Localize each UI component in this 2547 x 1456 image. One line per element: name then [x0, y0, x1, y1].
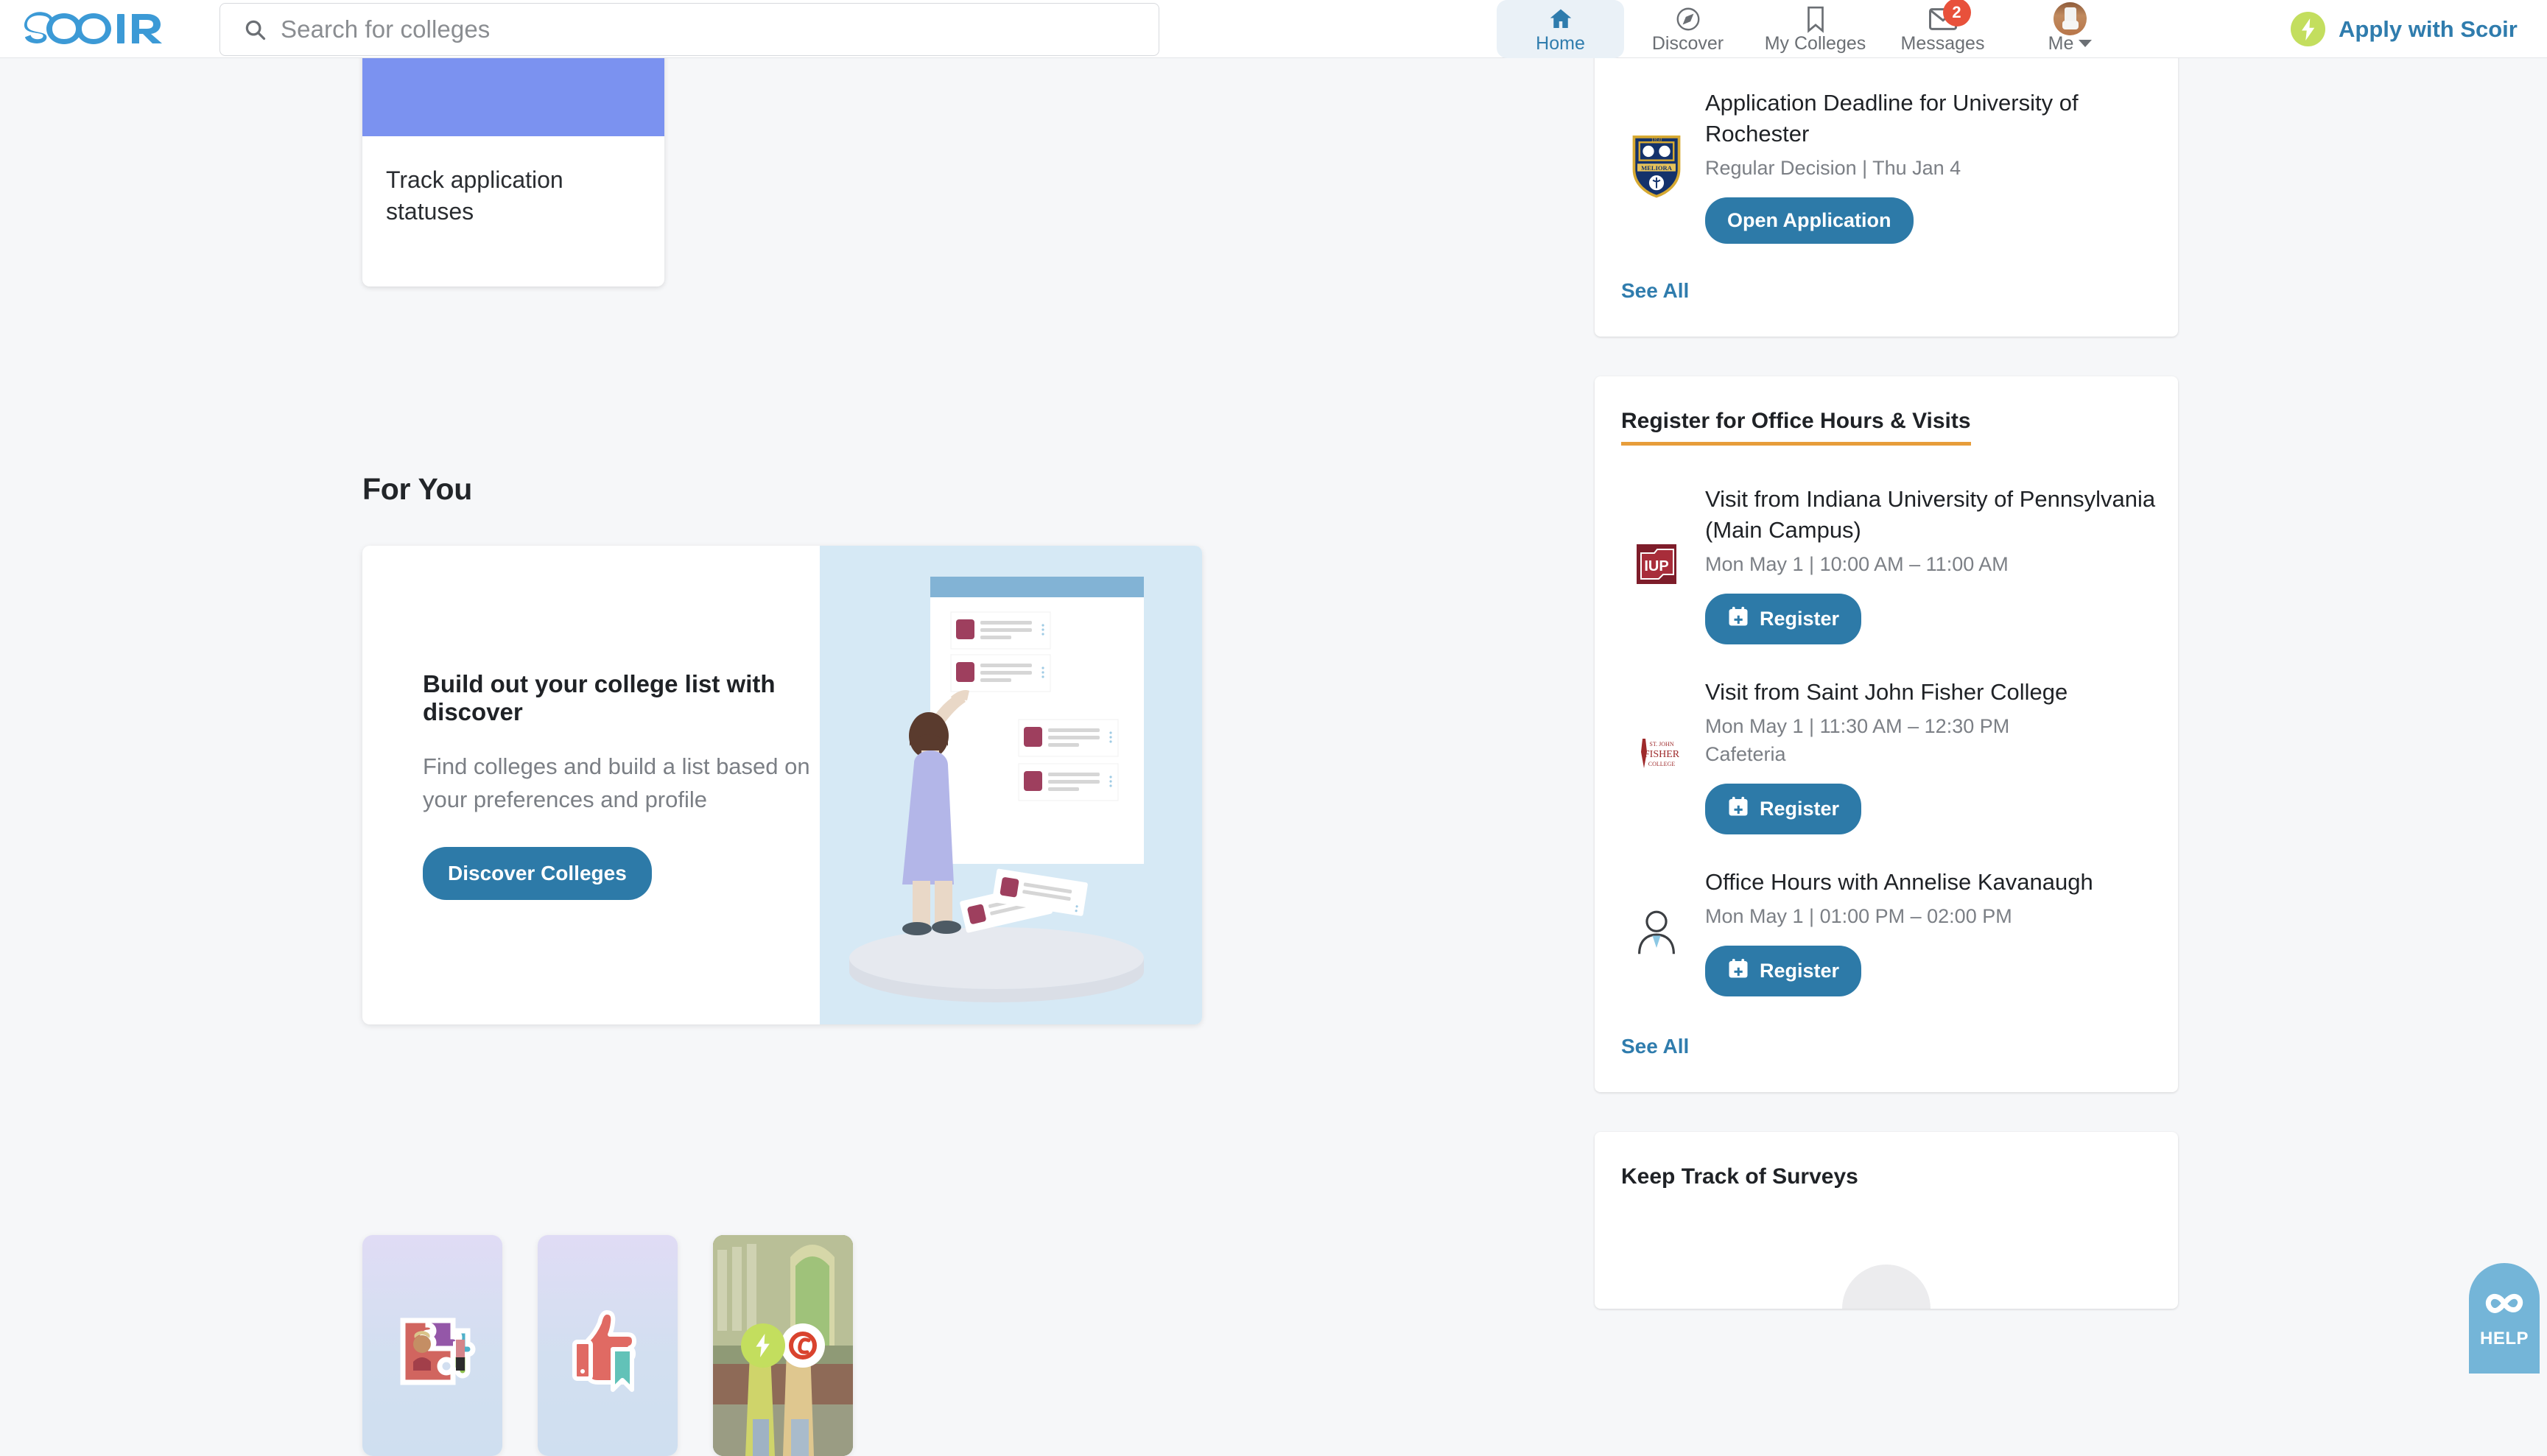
event-meta: Mon May 1 | 11:30 AM – 12:30 PM: [1705, 715, 2010, 738]
tile-thumbs-up[interactable]: [538, 1235, 678, 1456]
scoir-logo[interactable]: [24, 7, 163, 51]
common-app-icon: [781, 1323, 825, 1368]
calendar-plus-icon: [1727, 957, 1749, 985]
nav-item-messages[interactable]: 2 Messages: [1879, 0, 2006, 58]
office-hours-card: Register for Office Hours & Visits IUP V…: [1595, 376, 2178, 1092]
event-meta: Mon May 1 | 01:00 PM – 02:00 PM: [1705, 905, 2012, 928]
register-label: Register: [1760, 608, 1840, 630]
nav-item-me[interactable]: Me: [2006, 0, 2134, 58]
event-title: Office Hours with Annelise Kavanaugh: [1705, 868, 2093, 895]
search-input[interactable]: Search for colleges: [219, 3, 1159, 56]
iup-logo-icon: IUP: [1621, 484, 1692, 644]
office-hours-list-item[interactable]: Office Hours with Annelise Kavanaugh Mon…: [1595, 867, 2178, 996]
open-application-button[interactable]: Open Application: [1705, 197, 1914, 245]
register-button[interactable]: Register: [1705, 594, 1862, 645]
nav-label-my-colleges: My Colleges: [1764, 32, 1866, 54]
discover-colleges-button[interactable]: Discover Colleges: [423, 846, 652, 900]
nav-item-my-colleges[interactable]: My Colleges: [1752, 0, 1879, 58]
register-button[interactable]: Register: [1705, 945, 1862, 996]
saint-john-fisher-logo-icon: ST. JOHN FISHER COLLEGE: [1621, 677, 1692, 834]
surveys-placeholder-graphic: [1842, 1264, 1931, 1309]
chevron-down-icon: [2079, 40, 2093, 47]
nav-item-discover[interactable]: Discover: [1624, 0, 1752, 58]
deadlines-see-all-link[interactable]: See All: [1595, 279, 2178, 303]
register-label: Register: [1760, 959, 1840, 982]
deadline-meta: Regular Decision | Thu Jan 4: [1705, 157, 1961, 180]
event-meta: Mon May 1 | 10:00 AM – 11:00 AM: [1705, 553, 2009, 576]
calendar-plus-icon: [1727, 605, 1749, 633]
event-title: Visit from Indiana University of Pennsyl…: [1705, 486, 2156, 544]
quick-card-title: Track application statuses: [386, 166, 563, 225]
apply-with-scoir-button[interactable]: Apply with Scoir: [2291, 0, 2518, 58]
deadline-list-item[interactable]: 1850 MELIORA Application Deadline for Un…: [1595, 88, 2178, 245]
office-hours-see-all-link[interactable]: See All: [1595, 1035, 2178, 1058]
quick-card-track-applications[interactable]: Track application statuses: [362, 43, 664, 286]
nav-label-home: Home: [1536, 32, 1585, 54]
office-hours-list-item[interactable]: ST. JOHN FISHER COLLEGE Visit from Saint…: [1595, 677, 2178, 834]
event-title: Visit from Saint John Fisher College: [1705, 679, 2068, 706]
nav-item-home[interactable]: Home: [1497, 0, 1624, 58]
register-label: Register: [1760, 797, 1840, 820]
svg-text:ST. JOHN: ST. JOHN: [1649, 741, 1673, 748]
right-sidebar: 1850 MELIORA Application Deadline for Un…: [1595, 0, 2178, 1309]
svg-text:FISHER: FISHER: [1644, 749, 1679, 760]
surveys-card: Keep Track of Surveys: [1595, 1131, 2178, 1309]
nav-label-me: Me: [2048, 32, 2074, 54]
for-you-promo-card: Build out your college list with discove…: [362, 546, 1202, 1024]
primary-nav: Home Discover My Colleges 2 Messages Me: [1497, 0, 2134, 58]
surveys-card-title: Keep Track of Surveys: [1621, 1164, 1858, 1189]
tile-apply-with-scoir-photo[interactable]: [713, 1235, 853, 1456]
apply-with-scoir-label: Apply with Scoir: [2339, 15, 2518, 42]
tile-puzzle[interactable]: [362, 1235, 502, 1456]
help-label: HELP: [2479, 1329, 2529, 1348]
event-location: Cafeteria: [1705, 743, 1786, 766]
search-placeholder: Search for colleges: [281, 15, 491, 43]
promo-illustration: [820, 546, 1202, 1024]
apply-with-scoir-badge: [741, 1323, 825, 1368]
calendar-plus-icon: [1727, 795, 1749, 823]
bolt-icon: [2291, 12, 2325, 46]
university-of-rochester-crest-icon: 1850 MELIORA: [1621, 88, 1692, 244]
bookmark-icon: [1805, 6, 1827, 33]
infinity-icon: [2482, 1291, 2526, 1320]
deadline-title: Application Deadline for University of R…: [1705, 90, 2079, 147]
messages-unread-badge: 2: [1942, 0, 1971, 27]
discover-tiles-row: [362, 1235, 853, 1456]
svg-text:IUP: IUP: [1644, 558, 1668, 574]
person-icon: [1621, 867, 1692, 996]
svg-text:COLLEGE: COLLEGE: [1648, 761, 1676, 767]
register-button[interactable]: Register: [1705, 783, 1862, 834]
svg-text:1850: 1850: [1651, 136, 1662, 143]
page-body: Track application statuses For You Build…: [0, 0, 2547, 1456]
nav-label-discover: Discover: [1651, 32, 1724, 54]
compass-icon: [1675, 6, 1701, 32]
home-icon: [1546, 6, 1575, 32]
help-button[interactable]: HELP: [2469, 1263, 2540, 1374]
envelope-icon: 2: [1928, 0, 1971, 32]
promo-subtext: Find colleges and build a list based on …: [423, 753, 810, 812]
top-navigation-bar: Search for colleges Home Discover My Col…: [0, 0, 2547, 58]
nav-label-messages: Messages: [1900, 32, 1985, 54]
avatar: [2054, 2, 2087, 35]
office-hours-list-item[interactable]: IUP Visit from Indiana University of Pen…: [1595, 484, 2178, 645]
bolt-icon: [741, 1323, 785, 1368]
office-hours-card-title: Register for Office Hours & Visits: [1621, 409, 1971, 446]
promo-heading: Build out your college list with discove…: [423, 670, 776, 726]
search-icon: [244, 18, 266, 41]
svg-text:MELIORA: MELIORA: [1641, 164, 1673, 172]
section-title-for-you: For You: [362, 472, 472, 506]
